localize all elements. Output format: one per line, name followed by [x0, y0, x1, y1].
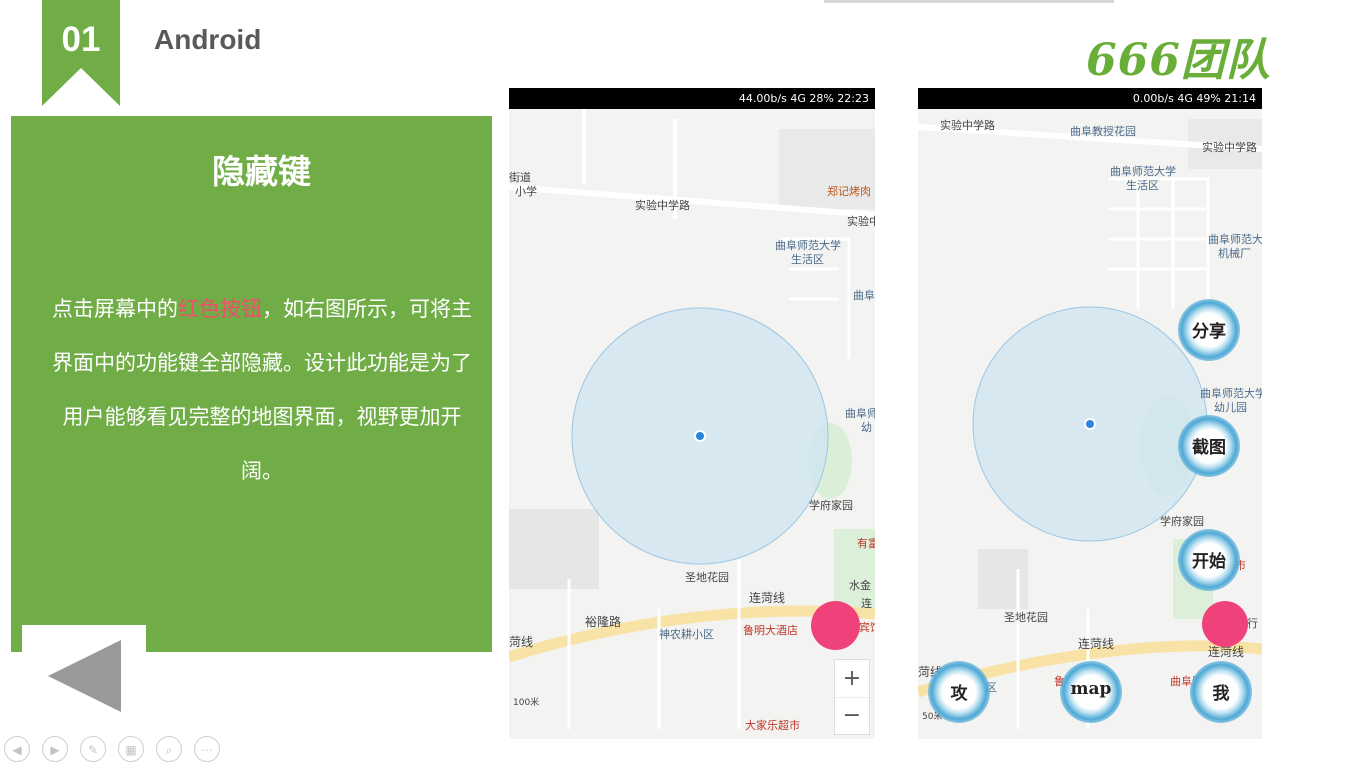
- me-button[interactable]: 我: [1190, 661, 1252, 723]
- map-label: 有富: [857, 537, 875, 550]
- map-label: 菏线: [509, 635, 534, 649]
- screenshot-button[interactable]: 截图: [1178, 415, 1240, 477]
- hide-toggle-button[interactable]: [811, 601, 860, 650]
- map-label: 幼儿园: [1214, 401, 1247, 414]
- map-label: 幼: [861, 421, 872, 434]
- map-label: 生活区: [791, 253, 824, 266]
- body-highlight: 红色按钮: [178, 297, 262, 321]
- map-label: 实验中学路: [1202, 141, 1257, 154]
- attack-button[interactable]: 攻: [928, 661, 990, 723]
- map-label: 学府家园: [1160, 515, 1204, 528]
- map-label: 连菏线: [1078, 637, 1115, 651]
- pen-icon[interactable]: ✎: [80, 736, 106, 762]
- map-label: 曲阜教授花园: [1070, 125, 1136, 138]
- next-slide-icon[interactable]: ▶: [42, 736, 68, 762]
- phone-screenshot-1: 44.00b/s 4G 28% 22:23 实验中学路 街道 小学 郑记烤肉 实…: [509, 88, 875, 739]
- map-label: 郑记烤肉: [827, 185, 871, 198]
- team-logo: 666团队: [1086, 35, 1271, 86]
- previous-slide-icon[interactable]: ◀: [4, 736, 30, 762]
- map-label: 大家乐超市: [745, 719, 800, 732]
- map-label: 实验中学路: [940, 119, 995, 132]
- map-label: 实验中学路: [635, 199, 690, 212]
- map-button[interactable]: map: [1060, 661, 1122, 723]
- map-label: 学府家园: [809, 499, 853, 512]
- map-label: 曲阜: [853, 289, 875, 302]
- body-text-after: ，如右图所示，可将主界面中的功能键全部隐藏。设计此功能是为了用户能够看见完整的地…: [52, 297, 472, 483]
- zoom-control[interactable]: + −: [834, 659, 870, 735]
- share-button[interactable]: 分享: [1178, 299, 1240, 361]
- panel-body: 点击屏幕中的红色按钮，如右图所示，可将主界面中的功能键全部隐藏。设计此功能是为了…: [46, 282, 478, 498]
- map-label: 小学: [515, 185, 537, 198]
- start-button[interactable]: 开始: [1178, 529, 1240, 591]
- back-arrow-icon[interactable]: [48, 638, 124, 714]
- map-label: 神农耕小区: [659, 628, 714, 641]
- map-view[interactable]: 实验中学路 曲阜教授花园 实验中学路 曲阜师范大学 生活区 曲阜师范大 机械厂 …: [918, 109, 1262, 739]
- map-label: 实验中: [847, 215, 875, 228]
- map-view[interactable]: 实验中学路 街道 小学 郑记烤肉 实验中 曲阜师范大学 生活区 曲阜 曲阜师 幼…: [509, 109, 875, 739]
- top-strip: [824, 0, 1114, 3]
- hide-toggle-button[interactable]: [1202, 601, 1248, 647]
- section-number: 01: [61, 20, 101, 59]
- map-label: 圣地花园: [1004, 611, 1048, 624]
- map-label: 连菏线: [749, 591, 786, 605]
- panel-title: 隐藏键: [212, 152, 311, 191]
- map-label: 连: [861, 597, 872, 610]
- zoom-icon[interactable]: ⌕: [156, 736, 182, 762]
- map-label: 水金: [849, 579, 871, 592]
- slides-icon[interactable]: ▦: [118, 736, 144, 762]
- map-label: 裕隆路: [585, 615, 622, 629]
- zoom-in-button[interactable]: +: [835, 660, 869, 698]
- map-label: 鲁明大酒店: [743, 624, 798, 637]
- phone-screenshot-2: 0.00b/s 4G 49% 21:14 实验中学路 曲阜教授花园 实验中学路 …: [918, 88, 1262, 739]
- map-label: 生活区: [1126, 179, 1159, 192]
- map-label: 圣地花园: [685, 571, 729, 584]
- map-label: 机械厂: [1218, 247, 1251, 260]
- status-bar: 44.00b/s 4G 28% 22:23: [509, 88, 875, 109]
- more-options-icon[interactable]: ⋯: [194, 736, 220, 762]
- map-scale: 100米: [513, 698, 540, 708]
- map-label: 宾馆: [859, 621, 875, 634]
- zoom-out-button[interactable]: −: [835, 698, 869, 734]
- slide-title: Android: [154, 24, 262, 55]
- status-bar: 0.00b/s 4G 49% 21:14: [918, 88, 1262, 109]
- body-text-before: 点击屏幕中的: [52, 297, 178, 321]
